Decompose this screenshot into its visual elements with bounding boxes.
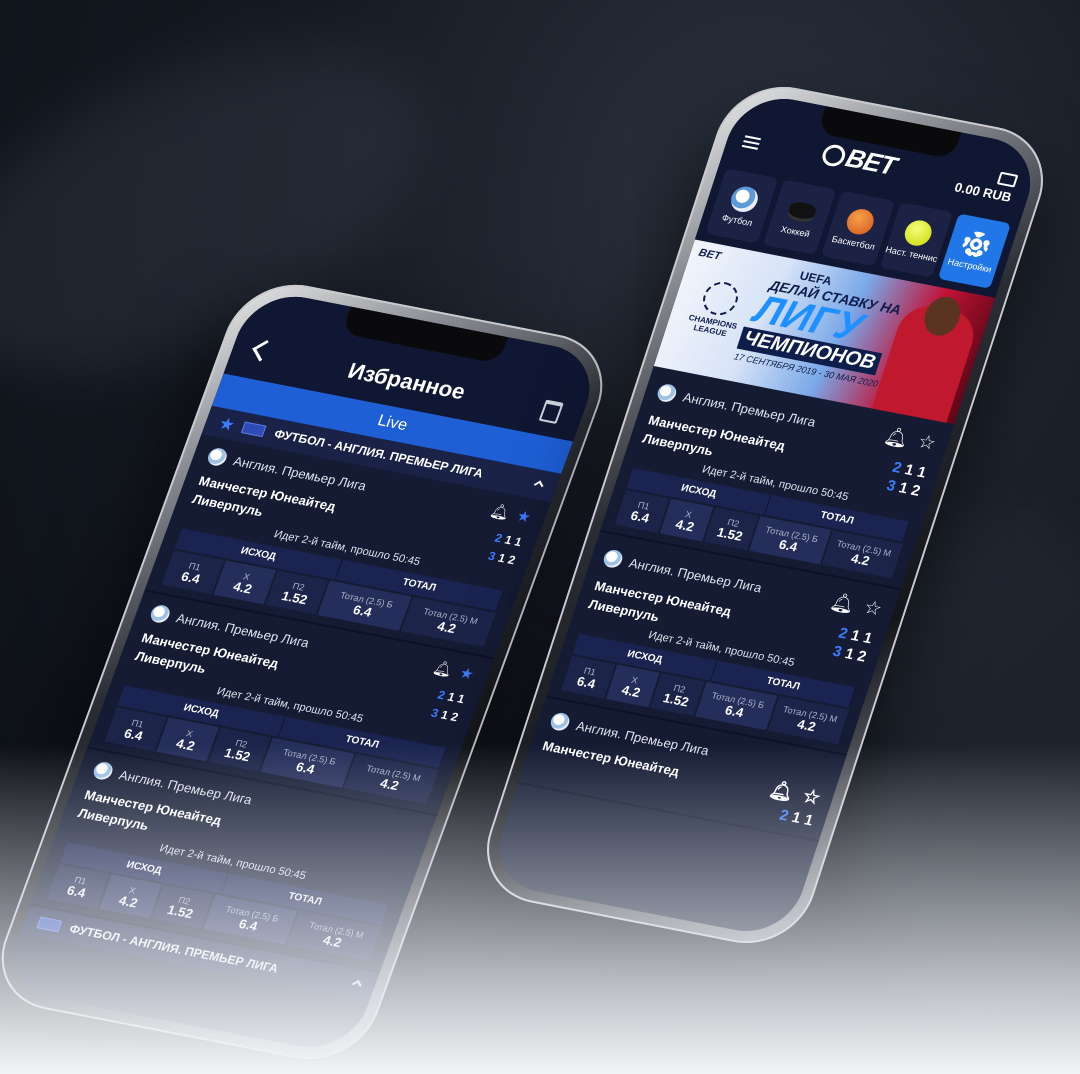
chevron-up-icon[interactable] [352, 979, 362, 989]
wallet-icon [996, 171, 1019, 188]
match-score: 🔔︎ ☆ 2 1 1 [766, 779, 824, 830]
phone-left-screen: Избранное Live ★ ФУТБОЛ - АНГЛИЯ. ПРЕМЬЕ… [0, 287, 605, 1057]
odd-button[interactable]: П1 6.4 [47, 864, 110, 909]
football-icon [727, 184, 761, 215]
odd-button[interactable]: X 4.2 [156, 717, 219, 762]
flag-icon [241, 421, 268, 438]
star-icon[interactable]: ★ [217, 414, 236, 434]
odd-button[interactable]: X 4.2 [213, 560, 276, 605]
chevron-up-icon[interactable] [533, 480, 544, 490]
bell-icon[interactable]: 🔔︎ [766, 779, 796, 804]
football-icon [601, 548, 625, 570]
match-score: 2 1 1 3 1 2 [429, 687, 467, 725]
match-score: 2 1 1 3 1 2 [486, 530, 524, 568]
balance[interactable]: 0.00 RUB [953, 164, 1019, 205]
odd-button[interactable]: П2 1.52 [265, 570, 328, 615]
bell-icon[interactable]: 🔔︎ [488, 501, 513, 522]
trash-icon[interactable] [538, 399, 564, 424]
match-score: 2 1 1 3 1 2 [884, 458, 929, 500]
football-icon [148, 603, 173, 625]
hockey-puck-icon [786, 200, 818, 221]
bell-icon[interactable]: 🔔︎ [881, 424, 912, 452]
star-icon[interactable]: ★ [457, 664, 476, 684]
basketball-icon [843, 206, 878, 237]
odd-button[interactable]: П1 6.4 [104, 707, 167, 752]
bell-icon[interactable]: 🔔︎ [827, 590, 858, 618]
star-outline-icon[interactable]: ☆ [914, 430, 938, 456]
match-score: 2 1 1 3 1 2 [830, 624, 875, 666]
ucl-starball-icon [698, 279, 743, 319]
gear-icon [959, 229, 994, 260]
star-outline-icon[interactable]: ☆ [861, 596, 885, 622]
tennis-ball-icon [901, 218, 936, 249]
odd-button[interactable]: П1 6.4 [161, 550, 224, 595]
star-icon[interactable]: ★ [514, 507, 533, 527]
football-icon [91, 760, 116, 782]
flag-icon [36, 916, 63, 933]
menu-icon[interactable] [741, 135, 762, 150]
bell-icon[interactable]: 🔔︎ [431, 658, 456, 679]
odd-button[interactable]: П2 1.52 [208, 727, 271, 772]
back-icon[interactable] [252, 339, 275, 362]
football-icon [205, 446, 230, 468]
odd-button[interactable]: П2 1.52 [150, 884, 214, 929]
odd-button[interactable]: X 4.2 [99, 874, 162, 919]
page-title: Избранное [344, 358, 469, 405]
star-outline-icon[interactable]: ☆ [800, 786, 823, 809]
football-icon [548, 711, 572, 733]
banner-logo: BET [697, 246, 723, 263]
phone-left: Избранное Live ★ ФУТБОЛ - АНГЛИЯ. ПРЕМЬЕ… [0, 274, 621, 1070]
football-icon [655, 382, 679, 404]
